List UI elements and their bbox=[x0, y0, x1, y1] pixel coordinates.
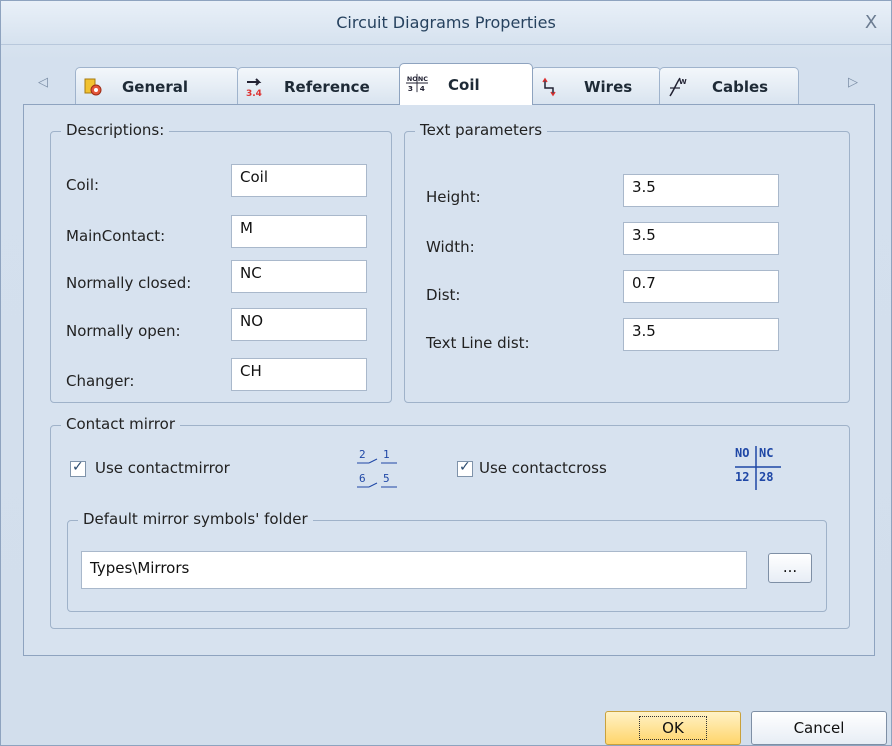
window-title: Circuit Diagrams Properties bbox=[336, 13, 556, 32]
use-contactcross-label: Use contactcross bbox=[479, 459, 607, 477]
normally-open-field[interactable]: NO bbox=[231, 308, 367, 341]
tab-reference-label: Reference bbox=[284, 77, 370, 96]
properties-dialog: Circuit Diagrams Properties X ◁ General … bbox=[0, 0, 892, 746]
tab-reference[interactable]: 3.4 Reference bbox=[237, 67, 415, 105]
close-icon[interactable]: X bbox=[861, 13, 881, 33]
dist-field[interactable]: 0.7 bbox=[623, 270, 779, 303]
contact-mirror-symbol-icon: 2 1 6 5 bbox=[357, 448, 397, 492]
svg-text:W: W bbox=[679, 78, 687, 86]
use-contactmirror-checkbox[interactable] bbox=[70, 459, 86, 477]
browse-button[interactable]: ... bbox=[768, 553, 812, 583]
svg-text:3.4: 3.4 bbox=[246, 89, 262, 98]
cross-lines bbox=[735, 446, 781, 490]
ok-button-label: OK bbox=[639, 716, 707, 740]
changer-field[interactable]: CH bbox=[231, 358, 367, 391]
dist-label: Dist: bbox=[426, 286, 461, 304]
tab-wires-label: Wires bbox=[584, 77, 633, 96]
normally-closed-label: Normally closed: bbox=[66, 274, 192, 292]
height-field[interactable]: 3.5 bbox=[623, 174, 779, 207]
use-contactcross-checkbox[interactable] bbox=[457, 459, 473, 477]
text-line-dist-label: Text Line dist: bbox=[426, 334, 530, 352]
ok-button[interactable]: OK bbox=[605, 711, 741, 745]
tab-coil[interactable]: NO NC 3 4 Coil bbox=[399, 63, 533, 105]
svg-text:4: 4 bbox=[420, 84, 425, 93]
changer-label: Changer: bbox=[66, 372, 135, 390]
normally-closed-field[interactable]: NC bbox=[231, 260, 367, 293]
use-contactmirror-label: Use contactmirror bbox=[95, 459, 230, 477]
wires-icon bbox=[542, 77, 556, 97]
scroll-left-icon[interactable]: ◁ bbox=[23, 63, 63, 103]
contact-mirror-title: Contact mirror bbox=[61, 415, 180, 433]
contact-cross-symbol-icon: NO NC 12 28 bbox=[735, 446, 781, 492]
svg-text:3: 3 bbox=[408, 84, 413, 93]
descriptions-title: Descriptions: bbox=[61, 121, 170, 139]
descriptions-group: Descriptions: Coil: Coil MainContact: M … bbox=[50, 121, 392, 403]
tab-cables-label: Cables bbox=[712, 77, 769, 96]
title-bar[interactable]: Circuit Diagrams Properties X bbox=[1, 1, 891, 45]
coil-icon: NO NC 3 4 bbox=[406, 73, 428, 93]
cables-icon: W bbox=[669, 77, 687, 97]
tab-wires[interactable]: Wires bbox=[531, 67, 661, 105]
mirror-folder-title: Default mirror symbols' folder bbox=[78, 510, 313, 528]
scroll-right-icon[interactable]: ▷ bbox=[833, 63, 873, 103]
width-field[interactable]: 3.5 bbox=[623, 222, 779, 255]
mirror-folder-path-field[interactable]: Types\Mirrors bbox=[81, 551, 747, 589]
tab-general[interactable]: General bbox=[75, 67, 239, 105]
coil-field[interactable]: Coil bbox=[231, 164, 367, 197]
tab-cables[interactable]: W Cables bbox=[659, 67, 799, 105]
svg-text:NC: NC bbox=[418, 75, 428, 83]
mirror-top-line bbox=[357, 458, 397, 464]
text-parameters-group: Text parameters Height: 3.5 Width: 3.5 D… bbox=[404, 121, 850, 403]
coil-label: Coil: bbox=[66, 176, 100, 194]
tab-general-label: General bbox=[122, 77, 188, 96]
cancel-button[interactable]: Cancel bbox=[751, 711, 887, 745]
mirror-folder-group: Default mirror symbols' folder Types\Mir… bbox=[67, 510, 827, 612]
coil-tab-panel: Descriptions: Coil: Coil MainContact: M … bbox=[23, 104, 875, 656]
normally-open-label: Normally open: bbox=[66, 322, 181, 340]
text-line-dist-field[interactable]: 3.5 bbox=[623, 318, 779, 351]
mirror-bottom-line bbox=[357, 482, 397, 488]
text-parameters-title: Text parameters bbox=[415, 121, 548, 139]
width-label: Width: bbox=[426, 238, 475, 256]
tab-strip: ◁ General 3.4 Reference NO NC 3 4 Coil W… bbox=[23, 63, 875, 105]
maincontact-field[interactable]: M bbox=[231, 215, 367, 248]
general-icon bbox=[84, 78, 102, 96]
height-label: Height: bbox=[426, 188, 481, 206]
tab-coil-label: Coil bbox=[448, 75, 480, 94]
reference-icon: 3.4 bbox=[246, 78, 262, 98]
contact-mirror-group: Contact mirror Use contactmirror 2 1 6 5… bbox=[50, 415, 850, 629]
maincontact-label: MainContact: bbox=[66, 227, 166, 245]
